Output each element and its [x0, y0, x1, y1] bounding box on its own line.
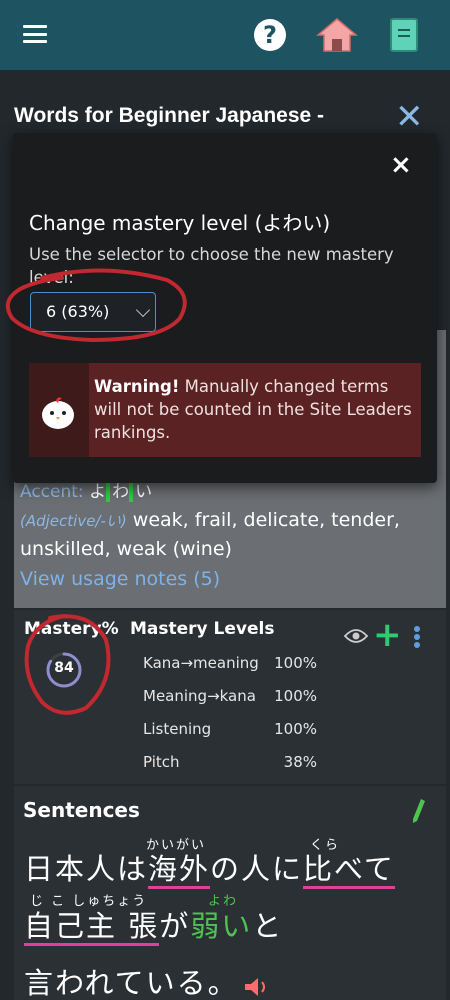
vocab-word[interactable]: 自己主 張: [24, 909, 160, 946]
close-icon[interactable]: ✕: [395, 97, 424, 137]
level-pct: 100%: [274, 654, 317, 672]
chick-mascot-icon: [42, 397, 74, 429]
accent-kana: わ: [106, 482, 130, 502]
warning-label: Warning!: [94, 377, 180, 396]
mastery-level-row: Pitch 38%: [143, 753, 317, 771]
pencil-icon[interactable]: [412, 798, 426, 824]
accent-kana: よ: [89, 482, 107, 502]
add-icon[interactable]: +: [373, 618, 402, 652]
sentence-text: の人に: [210, 852, 304, 886]
more-options-icon[interactable]: [414, 626, 420, 648]
level-name: Pitch: [143, 753, 180, 771]
level-name: Kana→meaning: [143, 654, 259, 672]
level-pct: 100%: [274, 720, 317, 738]
accent-kana: い: [129, 482, 153, 502]
vocab-word[interactable]: 比べて: [303, 852, 395, 889]
part-of-speech: (Adjective/-い): [20, 512, 127, 530]
sentence-line: 言われている。: [24, 966, 239, 1000]
sentence-text: 日本人は: [24, 852, 149, 886]
accent-label: Accent:: [20, 482, 84, 502]
book-icon[interactable]: [390, 18, 418, 52]
modal-close-button[interactable]: ×: [390, 150, 412, 180]
sentence-text: が: [159, 909, 191, 943]
target-word: 弱い: [190, 909, 253, 943]
annotation-circle: [5, 268, 187, 343]
sentence-line: 自己主 張が弱いと: [24, 903, 284, 946]
mastery-levels-title: Mastery Levels: [130, 619, 275, 639]
speaker-icon[interactable]: [243, 976, 271, 998]
annotation-circle: [24, 614, 111, 715]
sentence-line: 日本人は海外の人に比べて: [24, 846, 395, 889]
sentences-title: Sentences: [23, 798, 140, 822]
help-icon[interactable]: ?: [254, 19, 286, 51]
page-title: Words for Beginner Japanese -: [14, 104, 325, 127]
menu-icon[interactable]: [23, 25, 47, 43]
warning-text: Warning! Manually changed terms will not…: [94, 375, 416, 444]
mastery-level-row: Kana→meaning 100%: [143, 654, 317, 672]
home-icon[interactable]: [316, 17, 358, 53]
eye-icon[interactable]: [344, 628, 368, 644]
level-pct: 38%: [283, 753, 317, 771]
modal-title: Change mastery level (よわい): [29, 211, 331, 235]
mastery-level-row: Listening 100%: [143, 720, 317, 738]
word-definition: (Adjective/-い) weak, frail, delicate, te…: [20, 506, 440, 563]
top-bar: [0, 0, 450, 70]
level-pct: 100%: [274, 687, 317, 705]
vocab-word[interactable]: 海外: [148, 852, 211, 889]
sentence-text: と: [252, 909, 284, 943]
level-name: Listening: [143, 720, 212, 738]
usage-notes-link[interactable]: View usage notes (5): [20, 568, 220, 590]
mastery-level-row: Meaning→kana 100%: [143, 687, 317, 705]
level-name: Meaning→kana: [143, 687, 256, 705]
